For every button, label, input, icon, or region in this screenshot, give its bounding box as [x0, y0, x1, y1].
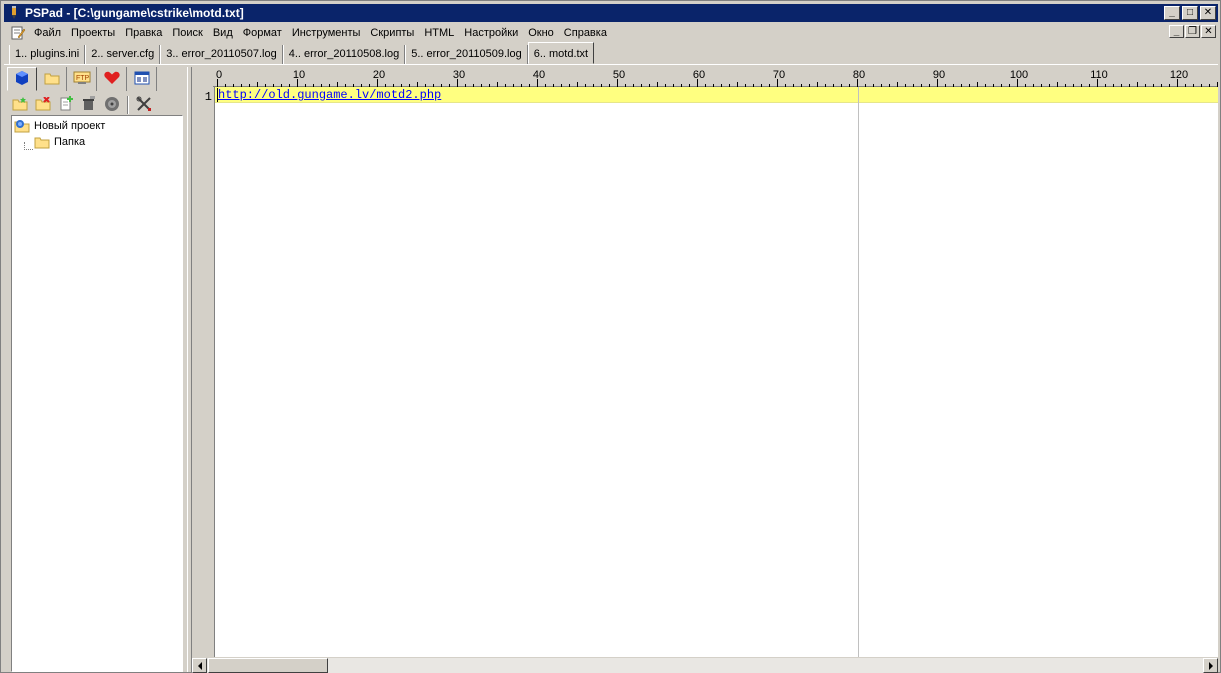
window-title: PSPad - [C:\gungame\cstrike\motd.txt]	[25, 6, 244, 20]
horizontal-scrollbar[interactable]	[192, 657, 1218, 673]
windows-list-icon	[134, 71, 150, 88]
remove-file-button[interactable]	[78, 95, 100, 115]
menu-help[interactable]: Справка	[559, 24, 612, 42]
tab-server-cfg[interactable]: 2.. server.cfg	[85, 45, 161, 64]
panel-tab-ftp[interactable]: FTP	[67, 67, 97, 91]
title-bar[interactable]: PSPad - [C:\gungame\cstrike\motd.txt] _ …	[4, 4, 1218, 22]
favorites-heart-icon	[103, 71, 120, 88]
project-settings-button[interactable]	[133, 95, 155, 115]
ruler-label: 0	[216, 69, 222, 81]
svg-text:FTP: FTP	[76, 75, 90, 82]
panel-tab-files[interactable]	[37, 67, 67, 91]
ruler-label: 60	[693, 69, 705, 81]
menu-projects[interactable]: Проекты	[66, 24, 120, 42]
close-button[interactable]: ✕	[1200, 6, 1216, 20]
close-icon: ✕	[1204, 25, 1213, 37]
project-tree-icon	[14, 118, 30, 134]
restore-icon: ❐	[1188, 25, 1197, 37]
close-project-button[interactable]	[32, 95, 54, 115]
menu-view[interactable]: Вид	[208, 24, 238, 42]
pspad-app-icon	[7, 6, 21, 20]
project-icon	[15, 70, 29, 89]
ruler-label: 10	[293, 69, 305, 81]
menu-settings[interactable]: Настройки	[459, 24, 523, 42]
menu-search[interactable]: Поиск	[167, 24, 207, 42]
tab-error-20110507[interactable]: 3.. error_20110507.log	[160, 45, 283, 64]
doc-minimize-button[interactable]: _	[1169, 25, 1184, 38]
menu-bar: Файл Проекты Правка Поиск Вид Формат Инс…	[4, 23, 1218, 43]
menu-tools[interactable]: Инструменты	[287, 24, 366, 42]
tree-node-project[interactable]: Новый проект	[14, 118, 105, 134]
menu-file[interactable]: Файл	[29, 24, 66, 42]
document-tab-bar: 1.. plugins.ini 2.. server.cfg 3.. error…	[4, 42, 1218, 65]
tools-icon	[136, 96, 152, 115]
tree-connector	[24, 149, 33, 150]
ruler-label: 40	[533, 69, 545, 81]
panel-tab-windows[interactable]	[127, 67, 157, 91]
arrow-left-icon	[197, 661, 202, 670]
maximize-icon: □	[1186, 7, 1194, 18]
editor-line-1[interactable]: http://old.gungame.lv/motd2.php	[218, 88, 441, 103]
scroll-right-button[interactable]	[1203, 658, 1218, 673]
arrow-right-icon	[1208, 661, 1213, 670]
add-file-icon	[59, 95, 73, 115]
panel-tab-projects[interactable]	[7, 67, 37, 91]
maximize-button[interactable]: □	[1182, 6, 1198, 20]
new-project-icon	[12, 96, 28, 114]
project-label: Новый проект	[34, 120, 106, 132]
project-toolbar	[7, 94, 187, 116]
toolbar-separator	[127, 96, 129, 114]
tab-plugins-ini[interactable]: 1.. plugins.ini	[9, 45, 86, 64]
add-file-button[interactable]	[55, 95, 77, 115]
project-tree[interactable]: Новый проект Папка	[11, 115, 183, 672]
tab-error-20110509[interactable]: 5.. error_20110509.log	[405, 45, 528, 64]
menu-scripts[interactable]: Скрипты	[365, 24, 419, 42]
delete-icon	[35, 95, 51, 114]
disk-icon	[104, 96, 120, 115]
folder-icon	[44, 71, 60, 88]
menu-format[interactable]: Формат	[238, 24, 287, 42]
tab-error-20110508[interactable]: 4.. error_20110508.log	[282, 45, 406, 64]
ruler-label: 80	[853, 69, 865, 81]
menu-window[interactable]: Окно	[523, 24, 559, 42]
ruler-label: 70	[773, 69, 785, 81]
folder-label: Папка	[54, 136, 86, 148]
ftp-icon: FTP	[73, 71, 91, 88]
ruler-label: 30	[453, 69, 465, 81]
tab-motd-txt[interactable]: 6.. motd.txt	[527, 42, 595, 64]
ruler-label: 90	[933, 69, 945, 81]
folder-icon	[34, 135, 50, 149]
text-editor[interactable]: http://old.gungame.lv/motd2.php	[215, 87, 1218, 659]
remove-icon	[82, 95, 96, 115]
minimize-button[interactable]: _	[1164, 6, 1180, 20]
line-number: 1	[204, 90, 212, 104]
close-icon: ✕	[1203, 7, 1213, 18]
scrollbar-thumb[interactable]	[208, 658, 328, 673]
ruler-label: 50	[613, 69, 625, 81]
url-link[interactable]: http://old.gungame.lv/motd2.php	[218, 88, 441, 102]
document-icon[interactable]	[10, 25, 26, 41]
scroll-left-button[interactable]	[192, 658, 207, 673]
menu-edit[interactable]: Правка	[120, 24, 167, 42]
ruler-label: 110	[1090, 69, 1108, 81]
doc-restore-button[interactable]: ❐	[1185, 25, 1200, 38]
right-margin-line	[858, 87, 859, 659]
ruler-graphic: 0 10 20 30 40 50 60 70 80 90 100 110 120	[216, 69, 1218, 87]
doc-close-button[interactable]: ✕	[1201, 25, 1216, 38]
save-project-button[interactable]	[101, 95, 123, 115]
menu-html[interactable]: HTML	[419, 24, 459, 42]
new-project-button[interactable]	[9, 95, 31, 115]
project-panel: FTP Новый проект Папка	[7, 67, 187, 672]
text-caret	[217, 88, 218, 102]
panel-tab-favorites[interactable]	[97, 67, 127, 91]
minimize-icon: _	[1169, 7, 1175, 18]
minimize-icon: _	[1173, 25, 1180, 37]
ruler-label: 100	[1010, 69, 1028, 81]
pspad-window: PSPad - [C:\gungame\cstrike\motd.txt] _ …	[0, 0, 1221, 673]
tree-node-folder[interactable]: Папка	[34, 134, 85, 150]
column-ruler: 0 10 20 30 40 50 60 70 80 90 100 110 120	[213, 67, 1218, 87]
line-number-gutter: 1	[192, 87, 215, 659]
ruler-label: 20	[373, 69, 385, 81]
ruler-label: 120	[1170, 69, 1188, 81]
